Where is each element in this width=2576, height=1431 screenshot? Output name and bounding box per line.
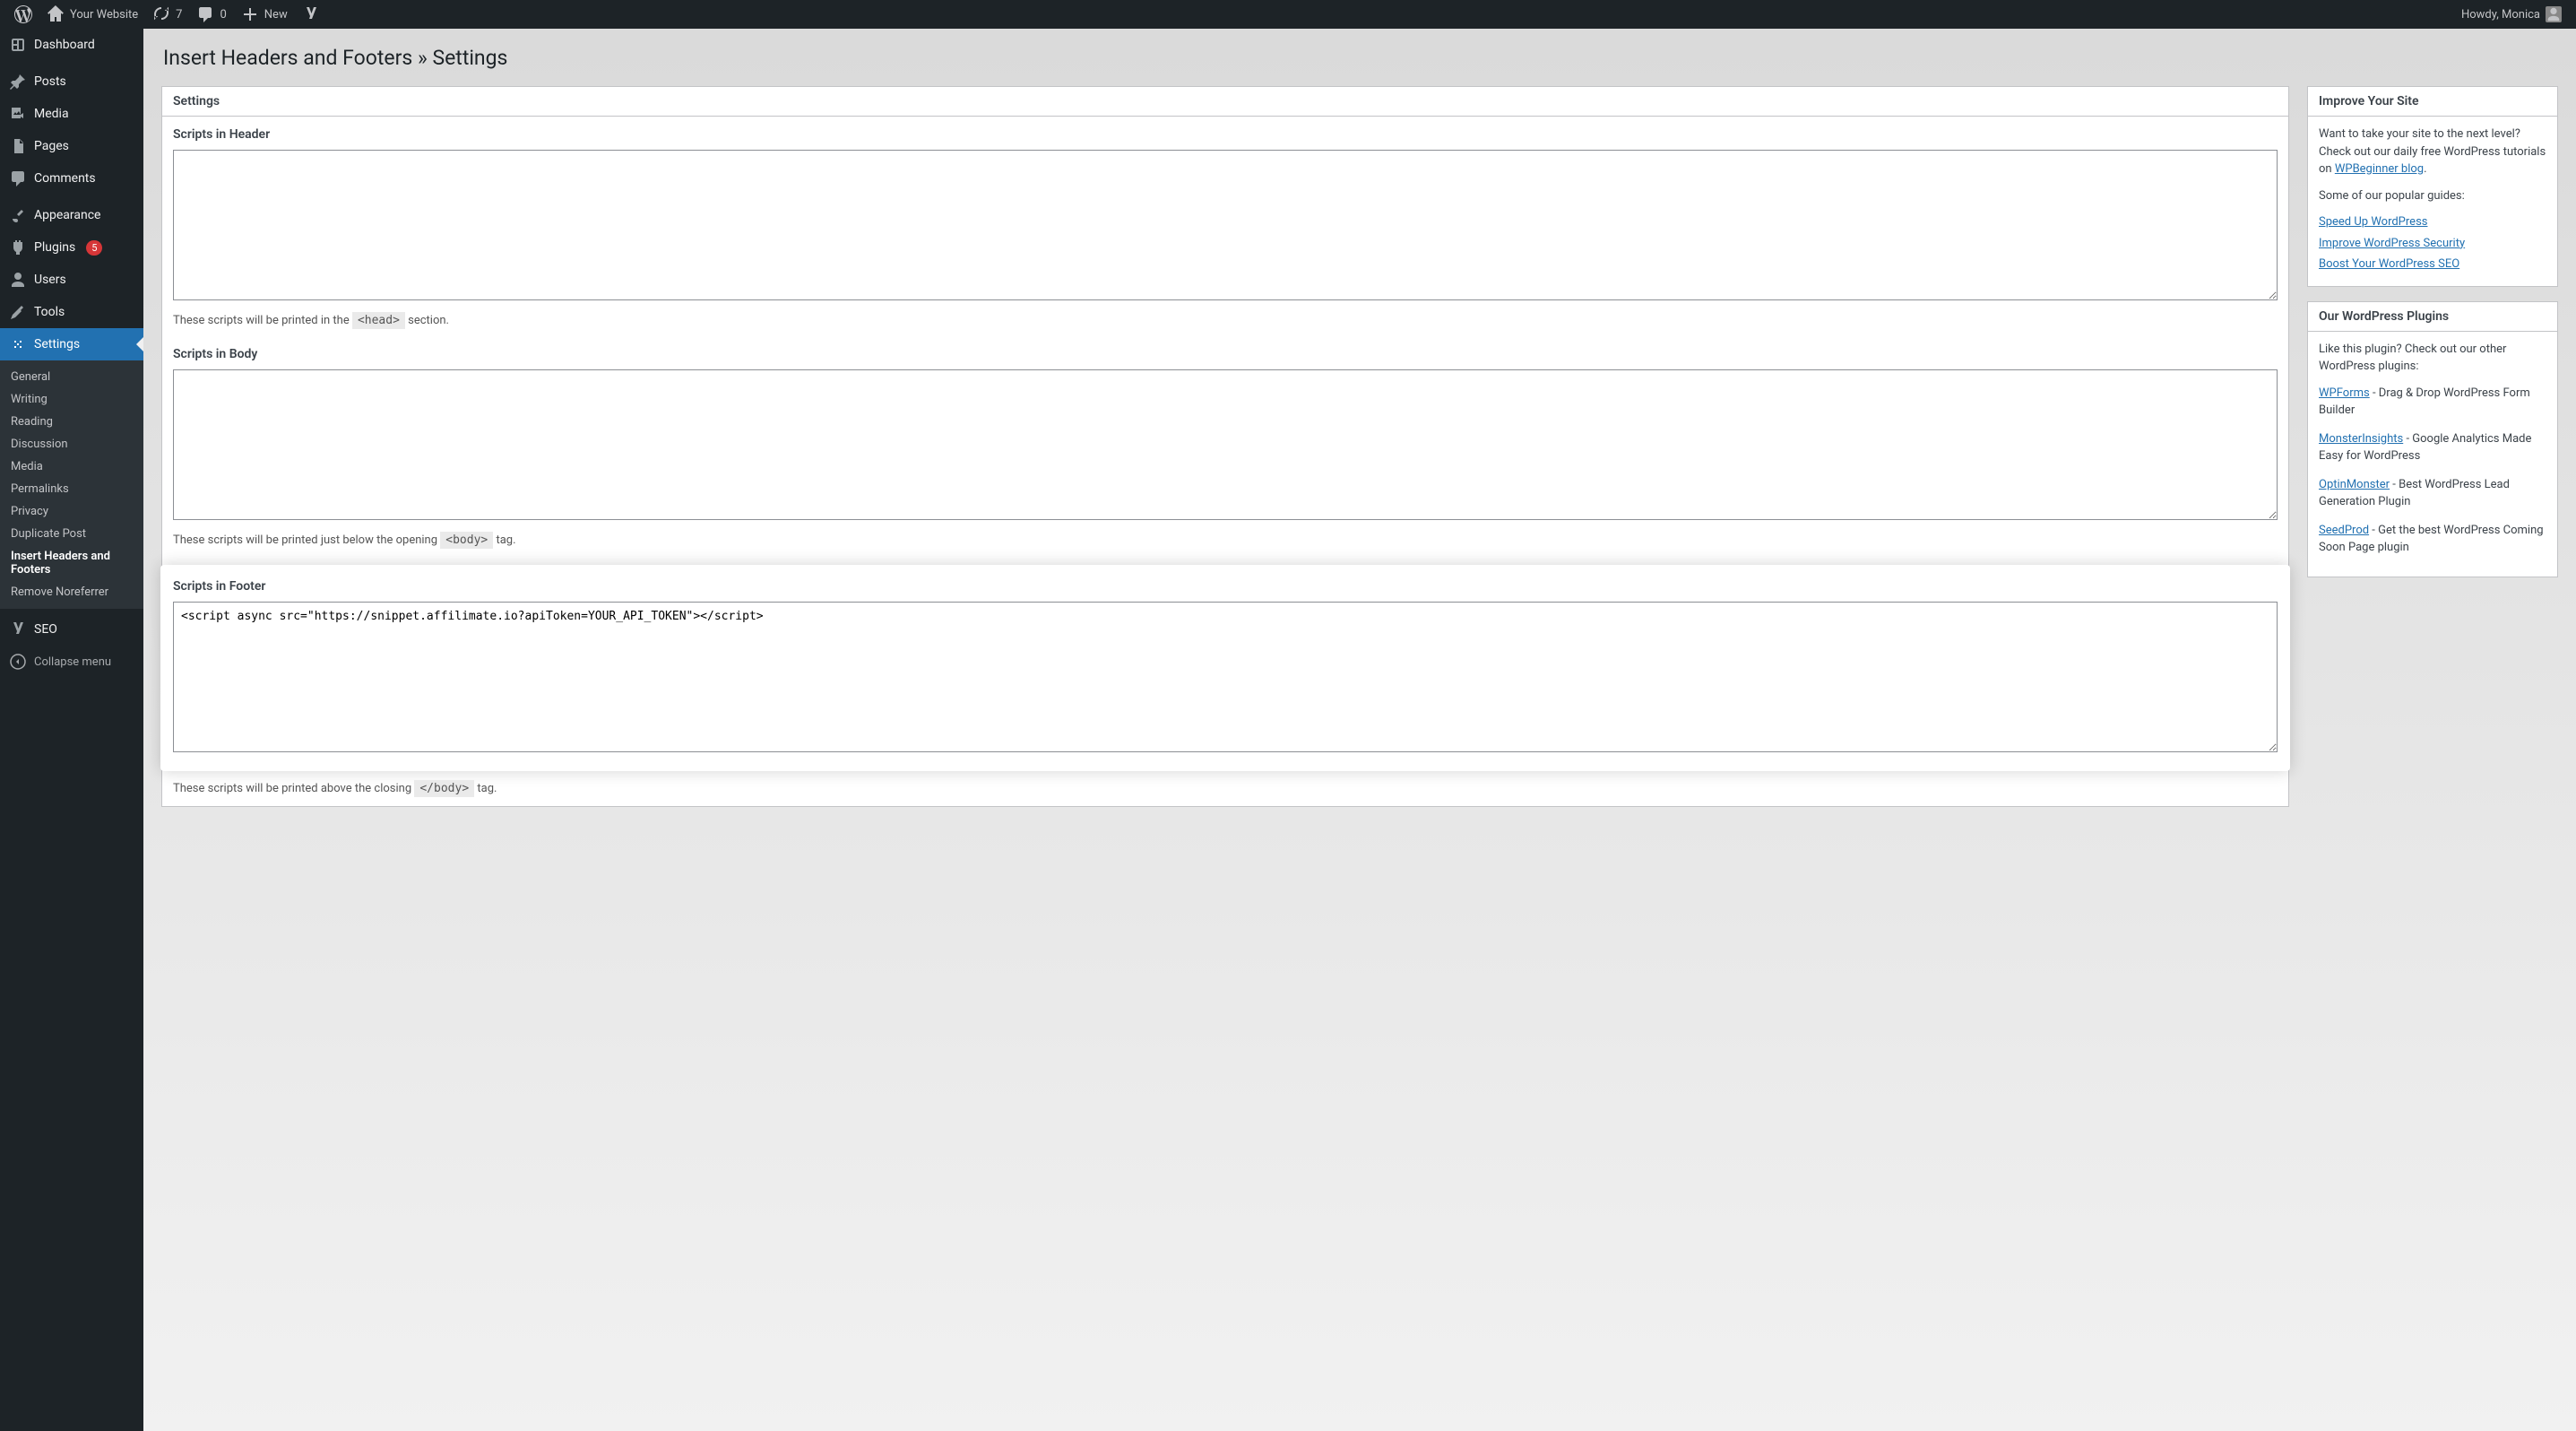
guides-label: Some of our popular guides: [2319, 187, 2546, 205]
collapse-icon [9, 653, 27, 671]
submenu-item-insert-headers-footers[interactable]: Insert Headers and Footers [0, 545, 143, 581]
header-scripts-hint: These scripts will be printed in the <he… [173, 312, 2278, 330]
body-scripts-textarea[interactable] [173, 369, 2278, 520]
user-icon [9, 271, 27, 289]
plugins-badge: 5 [86, 240, 102, 256]
account-link[interactable]: Howdy, Monica [2454, 0, 2569, 29]
updates-link[interactable]: 7 [145, 0, 189, 29]
wp-logo[interactable] [7, 0, 39, 29]
wordpress-icon [14, 5, 32, 23]
sidebar-item-pages[interactable]: Pages [0, 130, 143, 162]
yoast-seo-icon [9, 620, 27, 638]
sidebar-item-media[interactable]: Media [0, 98, 143, 130]
header-scripts-block: Scripts in Header These scripts will be … [173, 126, 2278, 329]
update-icon [152, 5, 170, 23]
updates-count: 7 [176, 8, 182, 22]
footer-scripts-label: Scripts in Footer [173, 577, 2278, 596]
submenu-item-duplicate-post[interactable]: Duplicate Post [0, 523, 143, 545]
plugins-panel: Our WordPress Plugins Like this plugin? … [2307, 301, 2558, 577]
seedprod-link[interactable]: SeedProd [2319, 524, 2369, 537]
comments-icon [9, 169, 27, 187]
sidebar-item-posts[interactable]: Posts [0, 65, 143, 98]
admin-sidebar: Dashboard Posts Media Pages Comments App… [0, 29, 143, 1431]
sidebar-item-dashboard[interactable]: Dashboard [0, 29, 143, 61]
submenu-item-general[interactable]: General [0, 366, 143, 388]
guide-security-link[interactable]: Improve WordPress Security [2319, 237, 2465, 250]
guide-seo-link[interactable]: Boost Your WordPress SEO [2319, 257, 2459, 271]
sidebar-item-comments[interactable]: Comments [0, 162, 143, 195]
comments-count: 0 [220, 8, 226, 22]
howdy-text: Howdy, Monica [2461, 8, 2540, 22]
footer-scripts-hint: These scripts will be printed above the … [173, 780, 2278, 798]
brush-icon [9, 206, 27, 224]
wpbeginner-link[interactable]: WPBeginner blog [2335, 162, 2424, 176]
plugins-heading: Our WordPress Plugins [2308, 302, 2557, 332]
page-title: Insert Headers and Footers » Settings [163, 46, 2558, 70]
site-link[interactable]: Your Website [39, 0, 145, 29]
submenu-item-reading[interactable]: Reading [0, 411, 143, 433]
submenu-item-writing[interactable]: Writing [0, 388, 143, 411]
plugin-seedprod: SeedProd - Get the best WordPress Coming… [2319, 522, 2546, 557]
header-scripts-label: Scripts in Header [173, 126, 2278, 144]
page-icon [9, 137, 27, 155]
pin-icon [9, 73, 27, 91]
dashboard-icon [9, 36, 27, 54]
home-icon [47, 5, 65, 23]
sidebar-item-settings[interactable]: Settings [0, 328, 143, 360]
wpforms-link[interactable]: WPForms [2319, 386, 2370, 400]
sidebar-item-users[interactable]: Users [0, 264, 143, 296]
header-scripts-textarea[interactable] [173, 150, 2278, 300]
submenu-item-permalinks[interactable]: Permalinks [0, 478, 143, 500]
plugin-icon [9, 238, 27, 256]
plugin-optinmonster: OptinMonster - Best WordPress Lead Gener… [2319, 476, 2546, 511]
body-scripts-label: Scripts in Body [173, 345, 2278, 364]
plus-icon [241, 5, 259, 23]
settings-icon [9, 335, 27, 353]
submenu-item-discussion[interactable]: Discussion [0, 433, 143, 455]
submenu-item-privacy[interactable]: Privacy [0, 500, 143, 523]
guide-speed-link[interactable]: Speed Up WordPress [2319, 215, 2427, 229]
body-scripts-hint: These scripts will be printed just below… [173, 532, 2278, 550]
admin-bar: Your Website 7 0 New Howdy, Monica [0, 0, 2576, 29]
comments-link[interactable]: 0 [189, 0, 233, 29]
sidebar-item-seo[interactable]: SEO [0, 613, 143, 646]
media-icon [9, 105, 27, 123]
sidebar-item-plugins[interactable]: Plugins 5 [0, 231, 143, 264]
footer-scripts-block: Scripts in Footer [160, 565, 2290, 771]
sidebar-item-appearance[interactable]: Appearance [0, 199, 143, 231]
new-label: New [264, 8, 288, 22]
sidebar-item-tools[interactable]: Tools [0, 296, 143, 328]
comment-icon [196, 5, 214, 23]
main-content: Insert Headers and Footers » Settings Se… [143, 29, 2576, 1431]
improve-heading: Improve Your Site [2308, 87, 2557, 117]
monsterinsights-link[interactable]: MonsterInsights [2319, 432, 2403, 446]
improve-site-panel: Improve Your Site Want to take your site… [2307, 86, 2558, 287]
yoast-icon [302, 5, 320, 23]
plugin-monsterinsights: MonsterInsights - Google Analytics Made … [2319, 430, 2546, 465]
body-scripts-block: Scripts in Body These scripts will be pr… [173, 345, 2278, 549]
optinmonster-link[interactable]: OptinMonster [2319, 478, 2390, 491]
plugin-wpforms: WPForms - Drag & Drop WordPress Form Bui… [2319, 385, 2546, 420]
submenu-item-media[interactable]: Media [0, 455, 143, 478]
footer-scripts-textarea[interactable] [173, 602, 2278, 752]
settings-submenu: General Writing Reading Discussion Media… [0, 360, 143, 609]
avatar-icon [2546, 6, 2562, 22]
collapse-menu[interactable]: Collapse menu [0, 646, 143, 678]
yoast-link[interactable] [295, 0, 327, 29]
settings-panel: Settings Scripts in Header These scripts… [161, 86, 2289, 807]
improve-intro: Want to take your site to the next level… [2319, 126, 2546, 178]
settings-heading: Settings [162, 87, 2288, 117]
plugins-intro: Like this plugin? Check out our other Wo… [2319, 341, 2546, 376]
tools-icon [9, 303, 27, 321]
new-link[interactable]: New [234, 0, 295, 29]
submenu-item-remove-noreferrer[interactable]: Remove Noreferrer [0, 581, 143, 603]
site-name: Your Website [70, 8, 138, 22]
